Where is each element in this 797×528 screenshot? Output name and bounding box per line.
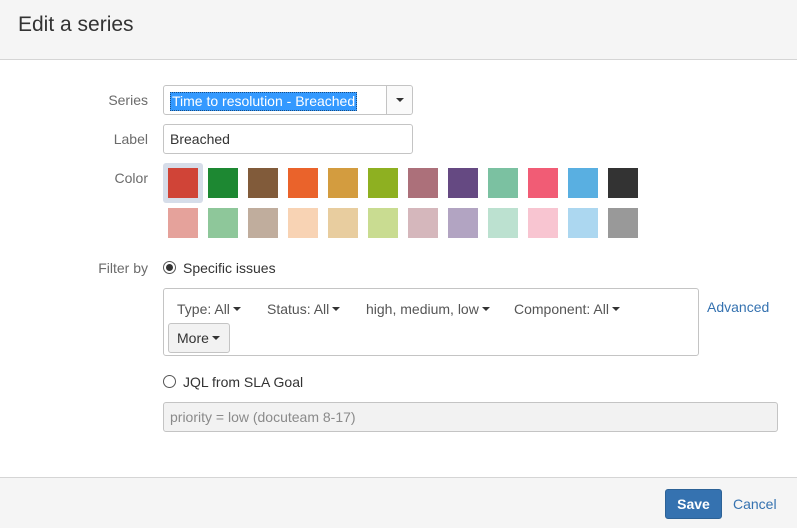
- color-swatch[interactable]: [248, 168, 278, 198]
- jql-radio[interactable]: [163, 375, 176, 388]
- chevron-down-icon: [232, 307, 241, 312]
- color-swatch[interactable]: [608, 208, 638, 238]
- dialog-header: Edit a series: [0, 0, 797, 60]
- specific-issues-label: Specific issues: [183, 260, 276, 276]
- advanced-link[interactable]: Advanced: [707, 299, 769, 315]
- priority-filter-label: high, medium, low: [366, 301, 479, 317]
- color-swatch[interactable]: [528, 168, 558, 198]
- color-swatch[interactable]: [488, 208, 518, 238]
- type-filter[interactable]: Type: All: [177, 301, 241, 317]
- color-swatch[interactable]: [448, 208, 478, 238]
- color-swatch[interactable]: [368, 168, 398, 198]
- issue-filter-box: Type: All Status: All high, medium, low …: [163, 288, 699, 356]
- chevron-down-icon: [481, 307, 490, 312]
- color-swatch[interactable]: [528, 208, 558, 238]
- cancel-link[interactable]: Cancel: [733, 496, 777, 512]
- color-swatch[interactable]: [568, 168, 598, 198]
- label-input[interactable]: Breached: [163, 124, 413, 154]
- color-swatch[interactable]: [208, 168, 238, 198]
- color-swatch[interactable]: [288, 168, 318, 198]
- color-swatch[interactable]: [408, 168, 438, 198]
- series-select-value: Time to resolution - Breached: [170, 92, 358, 111]
- status-filter[interactable]: Status: All: [267, 301, 341, 317]
- more-button-label: More: [177, 330, 209, 346]
- specific-issues-radio[interactable]: [163, 261, 176, 274]
- color-swatch[interactable]: [168, 208, 198, 238]
- chevron-down-icon: [332, 307, 341, 312]
- color-swatch[interactable]: [208, 208, 238, 238]
- chevron-down-icon: [611, 307, 620, 312]
- color-swatch[interactable]: [568, 208, 598, 238]
- color-swatch[interactable]: [288, 208, 318, 238]
- color-swatch[interactable]: [488, 168, 518, 198]
- color-swatch[interactable]: [608, 168, 638, 198]
- status-filter-label: Status: All: [267, 301, 330, 317]
- series-label: Series: [108, 92, 148, 108]
- priority-filter[interactable]: high, medium, low: [366, 301, 490, 317]
- dialog-title: Edit a series: [18, 13, 134, 36]
- color-swatch[interactable]: [408, 208, 438, 238]
- dialog-footer: Save Cancel: [0, 477, 797, 528]
- color-swatch[interactable]: [248, 208, 278, 238]
- color-swatch[interactable]: [168, 168, 198, 198]
- series-dropdown-button[interactable]: [386, 86, 412, 114]
- label-label: Label: [113, 131, 148, 147]
- color-swatch[interactable]: [328, 208, 358, 238]
- series-select[interactable]: Time to resolution - Breached: [163, 85, 413, 115]
- jql-option-label: JQL from SLA Goal: [183, 374, 304, 390]
- more-filters-button[interactable]: More: [168, 323, 230, 353]
- color-swatch[interactable]: [448, 168, 478, 198]
- jql-input: priority = low (docuteam 8-17): [163, 402, 778, 432]
- type-filter-label: Type: All: [177, 301, 230, 317]
- component-filter-label: Component: All: [514, 301, 609, 317]
- filter-by-label: Filter by: [98, 260, 148, 276]
- chevron-down-icon: [396, 98, 404, 102]
- color-swatch[interactable]: [328, 168, 358, 198]
- color-label: Color: [114, 170, 148, 186]
- chevron-down-icon: [211, 336, 220, 341]
- save-button[interactable]: Save: [665, 489, 722, 519]
- color-swatch[interactable]: [368, 208, 398, 238]
- component-filter[interactable]: Component: All: [514, 301, 620, 317]
